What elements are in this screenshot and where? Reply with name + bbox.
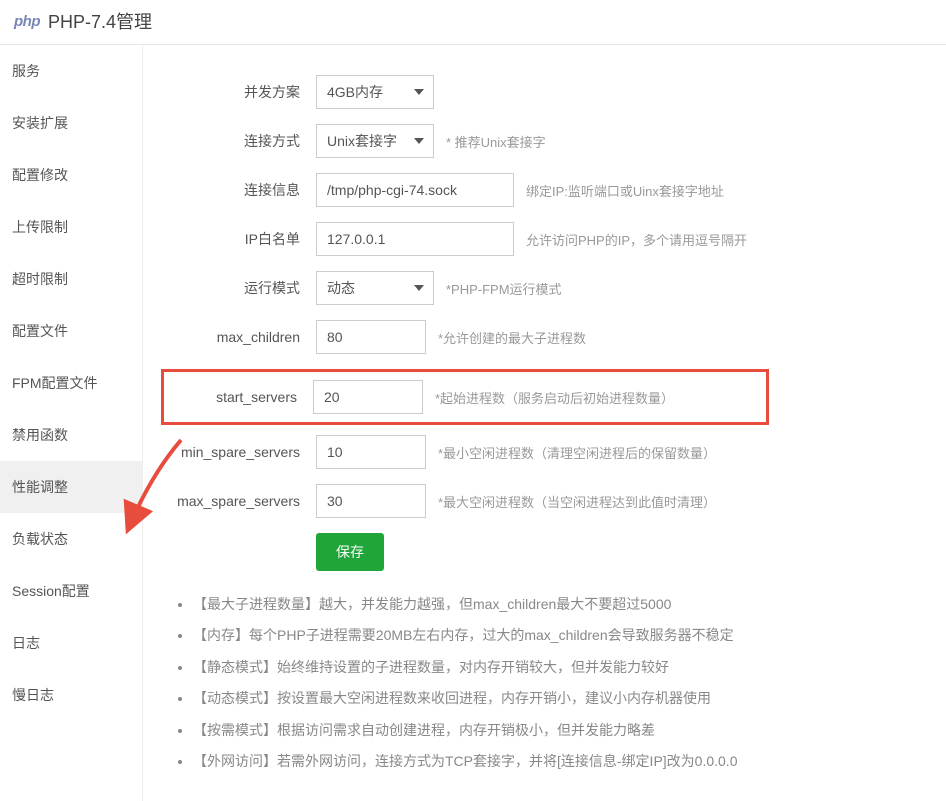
notes-list: 【最大子进程数量】越大，并发能力越强，但max_children最大不要超过50…	[161, 593, 946, 772]
select-conn-type[interactable]: Unix套接字	[316, 124, 434, 158]
note-item: 【外网访问】若需外网访问，连接方式为TCP套接字，并将[连接信息-绑定IP]改为…	[193, 750, 946, 772]
input-min-spare[interactable]	[316, 435, 426, 469]
label-ip-whitelist: IP白名单	[161, 229, 316, 249]
row-concurrency: 并发方案 4GB内存	[161, 75, 946, 109]
sidebar-item-upload-limit[interactable]: 上传限制	[0, 201, 142, 253]
row-conn-type: 连接方式 Unix套接字 * 推荐Unix套接字	[161, 124, 946, 158]
input-start-servers[interactable]	[313, 380, 423, 414]
row-conn-info: 连接信息 绑定IP:监听端口或Uinx套接字地址	[161, 173, 946, 207]
php-logo-icon: php	[14, 13, 40, 30]
row-start-servers: start_servers *起始进程数（服务启动后初始进程数量）	[164, 380, 760, 414]
sidebar-item-performance[interactable]: 性能调整	[0, 461, 142, 513]
select-run-mode[interactable]: 动态	[316, 271, 434, 305]
label-start-servers: start_servers	[164, 389, 313, 405]
sidebar: 服务 安装扩展 配置修改 上传限制 超时限制 配置文件 FPM配置文件 禁用函数…	[0, 45, 143, 801]
note-item: 【内存】每个PHP子进程需要20MB左右内存，过大的max_children会导…	[193, 624, 946, 646]
note-item: 【静态模式】始终维持设置的子进程数量，对内存开销较大，但并发能力较好	[193, 656, 946, 678]
select-concurrency[interactable]: 4GB内存	[316, 75, 434, 109]
dialog-title: PHP-7.4管理	[48, 8, 152, 34]
sidebar-item-disable-func[interactable]: 禁用函数	[0, 409, 142, 461]
sidebar-item-load-status[interactable]: 负载状态	[0, 513, 142, 565]
sidebar-item-config-file[interactable]: 配置文件	[0, 305, 142, 357]
label-min-spare: min_spare_servers	[161, 444, 316, 460]
hint-max-spare: *最大空闲进程数（当空闲进程达到此值时清理）	[438, 492, 716, 511]
save-row: 保存	[161, 533, 946, 571]
label-conn-type: 连接方式	[161, 131, 316, 151]
sidebar-item-slow-log[interactable]: 慢日志	[0, 669, 142, 721]
dialog-header: php PHP-7.4管理	[0, 0, 946, 45]
input-max-spare[interactable]	[316, 484, 426, 518]
sidebar-item-config-edit[interactable]: 配置修改	[0, 149, 142, 201]
label-max-children: max_children	[161, 329, 316, 345]
sidebar-item-timeout[interactable]: 超时限制	[0, 253, 142, 305]
note-item: 【按需模式】根据访问需求自动创建进程，内存开销极小，但并发能力略差	[193, 719, 946, 741]
main-panel: 并发方案 4GB内存 连接方式 Unix套接字 * 推荐Unix套接字 连接信息…	[143, 45, 946, 801]
row-max-spare: max_spare_servers *最大空闲进程数（当空闲进程达到此值时清理）	[161, 484, 946, 518]
row-ip-whitelist: IP白名单 允许访问PHP的IP，多个请用逗号隔开	[161, 222, 946, 256]
sidebar-item-install-ext[interactable]: 安装扩展	[0, 97, 142, 149]
label-run-mode: 运行模式	[161, 278, 316, 298]
sidebar-item-service[interactable]: 服务	[0, 45, 142, 97]
sidebar-item-fpm-config[interactable]: FPM配置文件	[0, 357, 142, 409]
label-max-spare: max_spare_servers	[161, 493, 316, 509]
hint-start-servers: *起始进程数（服务启动后初始进程数量）	[435, 388, 674, 407]
row-min-spare: min_spare_servers *最小空闲进程数（清理空闲进程后的保留数量）	[161, 435, 946, 469]
input-max-children[interactable]	[316, 320, 426, 354]
hint-conn-type: * 推荐Unix套接字	[446, 132, 546, 151]
label-concurrency: 并发方案	[161, 82, 316, 102]
sidebar-item-log[interactable]: 日志	[0, 617, 142, 669]
hint-conn-info: 绑定IP:监听端口或Uinx套接字地址	[526, 181, 724, 200]
hint-max-children: *允许创建的最大子进程数	[438, 328, 586, 347]
input-conn-info[interactable]	[316, 173, 514, 207]
input-ip-whitelist[interactable]	[316, 222, 514, 256]
row-run-mode: 运行模式 动态 *PHP-FPM运行模式	[161, 271, 946, 305]
note-item: 【动态模式】按设置最大空闲进程数来收回进程，内存开销小，建议小内存机器使用	[193, 687, 946, 709]
highlight-start-servers: start_servers *起始进程数（服务启动后初始进程数量）	[161, 369, 769, 425]
hint-min-spare: *最小空闲进程数（清理空闲进程后的保留数量）	[438, 443, 716, 462]
note-item: 【最大子进程数量】越大，并发能力越强，但max_children最大不要超过50…	[193, 593, 946, 615]
hint-run-mode: *PHP-FPM运行模式	[446, 279, 562, 298]
hint-ip-whitelist: 允许访问PHP的IP，多个请用逗号隔开	[526, 230, 747, 249]
save-button[interactable]: 保存	[316, 533, 384, 571]
row-max-children: max_children *允许创建的最大子进程数	[161, 320, 946, 354]
sidebar-item-session[interactable]: Session配置	[0, 565, 142, 617]
label-conn-info: 连接信息	[161, 180, 316, 200]
